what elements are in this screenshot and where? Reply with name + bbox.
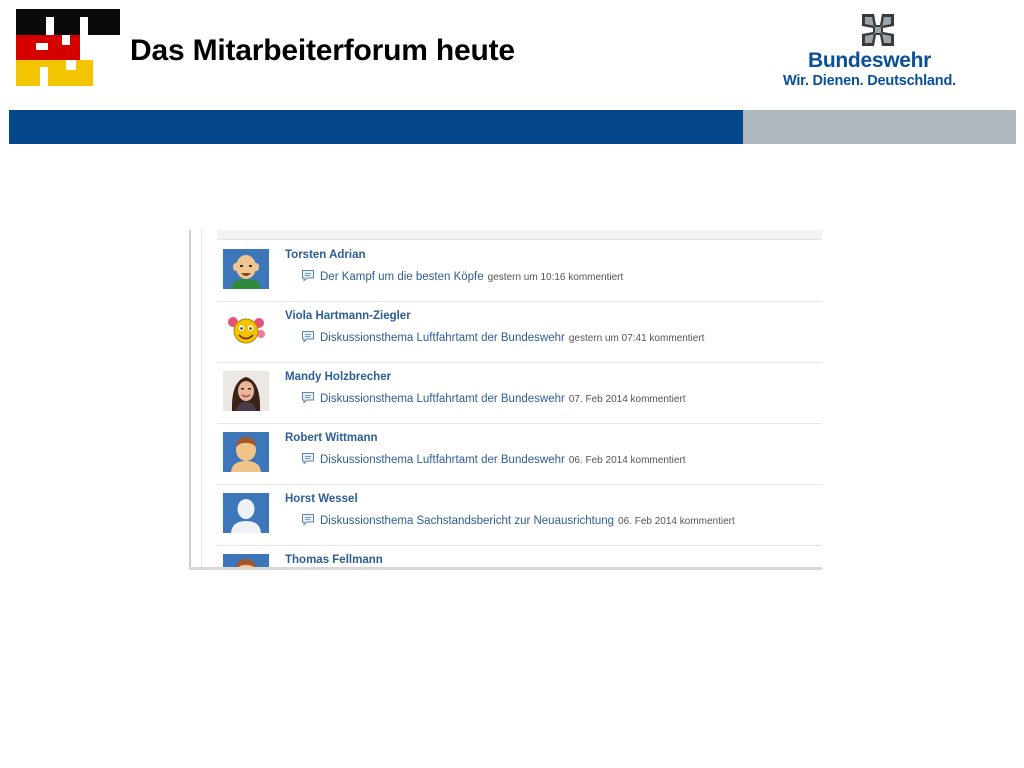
comment-timestamp: 06. Feb 2014 kommentiert bbox=[618, 516, 735, 527]
user-name-link[interactable]: Viola Hartmann-Ziegler bbox=[285, 310, 411, 322]
comment-icon bbox=[302, 392, 314, 404]
comment-icon bbox=[302, 331, 314, 343]
activity-line: Diskussionsthema Luftfahrtamt der Bundes… bbox=[301, 450, 686, 468]
header-band-blue bbox=[9, 110, 743, 144]
topic-link[interactable]: Diskussionsthema Sachstandsbericht zur N… bbox=[320, 515, 614, 527]
activity-row: Torsten Adrian Der Kampf um die besten K… bbox=[217, 240, 822, 302]
forum-activity-screenshot: Torsten Adrian Der Kampf um die besten K… bbox=[189, 230, 822, 570]
activity-line: Der Kampf um die besten Köpfe gestern um … bbox=[301, 267, 623, 285]
activity-row: Horst Wessel Diskussionsthema Sachstands… bbox=[217, 484, 822, 546]
topic-link[interactable]: Diskussionsthema Luftfahrtamt der Bundes… bbox=[320, 454, 565, 466]
flag-puzzle-logo bbox=[16, 9, 120, 86]
activity-line: Diskussionsthema Luftfahrtamt der Bundes… bbox=[301, 328, 704, 346]
comment-icon bbox=[302, 514, 314, 526]
brand-name: Bundeswehr bbox=[808, 49, 932, 72]
activity-row: Mandy Holzbrecher Diskussionsthema Luftf… bbox=[217, 362, 822, 424]
frame-edge bbox=[189, 230, 191, 570]
comment-icon bbox=[302, 270, 314, 282]
default-person-avatar-icon[interactable] bbox=[223, 493, 269, 533]
user-name-link[interactable]: Horst Wessel bbox=[285, 493, 358, 505]
topic-link[interactable]: Der Kampf um die besten Köpfe bbox=[320, 271, 484, 283]
topic-link[interactable]: Diskussionsthema Luftfahrtamt der Bundes… bbox=[320, 393, 565, 405]
topic-link[interactable]: Diskussionsthema Luftfahrtamt der Bundes… bbox=[320, 332, 565, 344]
brand-slogan: Wir. Dienen. Deutschland. bbox=[783, 73, 956, 89]
smiley-flowers-avatar-icon[interactable] bbox=[223, 310, 269, 350]
frame-bottom-edge bbox=[189, 567, 822, 570]
header-band-grey bbox=[743, 110, 1016, 144]
comment-timestamp: 06. Feb 2014 kommentiert bbox=[568, 455, 686, 466]
comment-timestamp: gestern um 10:16 kommentiert bbox=[487, 272, 624, 283]
activity-line: Diskussionsthema Luftfahrtamt der Bundes… bbox=[301, 389, 686, 407]
comment-timestamp: gestern um 07:41 kommentiert bbox=[568, 333, 705, 344]
activity-row: Robert Wittmann Diskussionsthema Luftfah… bbox=[217, 423, 822, 485]
list-header-strip bbox=[217, 230, 822, 240]
bald-man-avatar-icon[interactable] bbox=[223, 249, 269, 289]
user-name-link[interactable]: Robert Wittmann bbox=[285, 432, 378, 444]
comment-icon bbox=[302, 453, 314, 465]
iron-cross-icon bbox=[862, 14, 894, 46]
man-avatar-icon[interactable] bbox=[223, 432, 269, 472]
woman-photo-avatar-icon[interactable] bbox=[223, 371, 269, 411]
user-name-link[interactable]: Mandy Holzbrecher bbox=[285, 371, 391, 383]
user-name-link[interactable]: Thomas Fellmann bbox=[285, 554, 383, 566]
activity-row: Viola Hartmann-Ziegler Diskussionsthema … bbox=[217, 301, 822, 363]
comment-timestamp: 07. Feb 2014 kommentiert bbox=[568, 394, 686, 405]
activity-line: Diskussionsthema Sachstandsbericht zur N… bbox=[301, 511, 735, 529]
user-name-link[interactable]: Torsten Adrian bbox=[285, 249, 366, 261]
page-title: Das Mitarbeiterforum heute bbox=[130, 34, 515, 67]
frame-divider bbox=[201, 230, 202, 570]
